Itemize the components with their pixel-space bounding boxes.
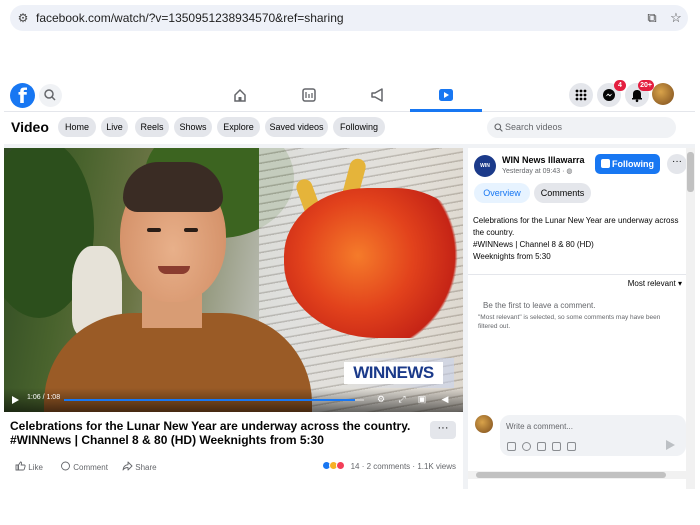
no-comments-text: Be the first to leave a comment. <box>483 301 596 310</box>
emoji-icon[interactable] <box>522 442 531 451</box>
description-line: Celebrations for the Lunar New Year are … <box>473 216 679 237</box>
home-icon <box>234 88 246 102</box>
watch-icon <box>439 89 453 101</box>
search-icon <box>494 123 503 132</box>
page-avatar[interactable]: WIN NEWS <box>474 155 496 191</box>
video-side-panel: WIN NEWS WIN News Illawarra Yesterday at… <box>468 148 688 489</box>
video-subnav: Video Home Live Reels Shows Explore Save… <box>4 112 695 144</box>
panel-vertical-scrollbar[interactable] <box>686 148 695 489</box>
more-options-button[interactable]: ··· <box>430 421 456 439</box>
tab-comments[interactable]: Comments <box>534 183 591 203</box>
video-title: Celebrations for the Lunar New Year are … <box>10 419 411 447</box>
chip-saved-videos[interactable]: Saved videos <box>265 117 328 137</box>
star-icon[interactable]: ☆ <box>664 10 688 26</box>
divider <box>468 274 688 275</box>
like-label: Like <box>28 463 43 472</box>
comment-placeholder: Write a comment... <box>506 422 573 431</box>
reactions-count[interactable]: 14 <box>351 462 360 471</box>
avatar-sticker-icon[interactable] <box>567 442 576 451</box>
settings-icon[interactable]: ⚙ <box>376 394 386 404</box>
page-options-button[interactable]: ··· <box>667 154 687 174</box>
volume-icon[interactable]: ◀ <box>440 394 450 404</box>
nav-ads-tab[interactable] <box>365 83 391 107</box>
page-title: Video <box>11 119 49 135</box>
play-icon[interactable] <box>12 396 19 404</box>
post-timestamp[interactable]: Yesterday at 09:43 · ◍ <box>502 167 572 175</box>
reels-icon <box>302 88 316 102</box>
sticker-icon[interactable] <box>507 442 516 451</box>
description-line: Weeknights from 5:30 <box>473 252 551 261</box>
search-button[interactable] <box>39 84 62 107</box>
chip-live[interactable]: Live <box>101 117 128 137</box>
send-icon[interactable] <box>666 440 675 450</box>
post-description: Celebrations for the Lunar New Year are … <box>473 215 683 263</box>
love-reaction-icon <box>336 461 346 470</box>
fullscreen-icon[interactable]: ⤢ <box>397 394 407 404</box>
pip-icon[interactable]: ▣ <box>417 394 427 404</box>
address-bar[interactable]: ⚙ facebook.com/watch/?v=1350951238934570… <box>10 5 688 31</box>
chip-following[interactable]: Following <box>333 117 385 137</box>
engagement-stats: 14 · 2 comments · 1.1K views <box>322 461 456 473</box>
share-icon <box>122 461 133 471</box>
like-icon <box>15 461 26 471</box>
chip-reels[interactable]: Reels <box>135 117 169 137</box>
nav-marketplace-tab[interactable] <box>296 83 322 107</box>
messenger-button[interactable]: 4 <box>597 80 626 107</box>
page-name[interactable]: WIN News Illawarra <box>502 155 585 165</box>
account-avatar[interactable] <box>652 83 674 105</box>
chip-explore[interactable]: Explore <box>217 117 260 137</box>
chip-home[interactable]: Home <box>58 117 96 137</box>
following-button[interactable]: Following <box>595 154 660 174</box>
search-videos-placeholder: Search videos <box>505 122 563 132</box>
chip-shows[interactable]: Shows <box>174 117 212 137</box>
gif-icon[interactable] <box>552 442 561 451</box>
site-settings-icon[interactable]: ⚙ <box>10 11 36 25</box>
notifications-button[interactable]: 20+ <box>625 80 654 107</box>
panel-horizontal-scrollbar[interactable] <box>468 471 686 479</box>
nav-home-tab[interactable] <box>227 83 253 107</box>
following-label: Following <box>612 159 654 169</box>
notifications-badge: 20+ <box>638 80 654 91</box>
globe-icon: ◍ <box>566 168 573 175</box>
video-info: Celebrations for the Lunar New Year are … <box>4 412 463 489</box>
filter-note: "Most relevant" is selected, so some com… <box>478 314 661 330</box>
menu-button[interactable] <box>569 83 593 107</box>
dragon-decoration <box>284 188 463 338</box>
megaphone-icon <box>371 88 383 102</box>
comment-button[interactable]: Comment <box>60 461 108 473</box>
comment-composer[interactable]: Write a comment... <box>500 415 686 456</box>
playback-time: 1:06 / 1:08 <box>27 394 61 401</box>
comments-count[interactable]: 2 comments <box>367 462 411 471</box>
search-videos-input[interactable]: Search videos <box>487 117 676 138</box>
comment-icon <box>61 461 70 471</box>
description-line: #WINNews | Channel 8 & 80 (HD) <box>473 240 594 249</box>
camera-icon[interactable] <box>537 442 546 451</box>
follow-icon <box>601 159 610 168</box>
player-controls: 1:06 / 1:08 ⚙ ⤢ ▣ ◀ <box>4 388 463 412</box>
like-button[interactable]: Like <box>15 461 43 473</box>
facebook-logo-icon[interactable]: f <box>10 83 35 108</box>
progress-fill <box>64 399 355 401</box>
win-news-watermark: WINNEWS <box>344 362 443 384</box>
top-navigation: f 4 20+ <box>4 79 695 112</box>
grid-menu-icon <box>575 89 587 101</box>
views-count: 1.1K views <box>417 462 456 471</box>
install-app-icon[interactable]: ⧉ <box>640 10 664 26</box>
nav-watch-tab[interactable] <box>410 83 482 112</box>
video-player[interactable]: WINNEWS 1:06 / 1:08 ⚙ ⤢ ▣ ◀ <box>4 148 463 412</box>
search-icon <box>44 89 56 101</box>
facebook-page: f 4 20+ Video Home Live Reels Shows Expl… <box>4 79 695 489</box>
url-text[interactable]: facebook.com/watch/?v=1350951238934570&r… <box>36 11 640 25</box>
chevron-down-icon: ▾ <box>677 279 682 288</box>
tab-overview[interactable]: Overview <box>474 183 530 203</box>
user-avatar <box>475 415 493 433</box>
share-button[interactable]: Share <box>122 461 157 473</box>
progress-bar[interactable] <box>64 399 364 401</box>
share-label: Share <box>135 463 157 472</box>
comment-label: Comment <box>73 463 108 472</box>
comment-sort-dropdown[interactable]: Most relevant ▾ <box>628 279 682 288</box>
video-frame: WINNEWS <box>4 148 463 412</box>
